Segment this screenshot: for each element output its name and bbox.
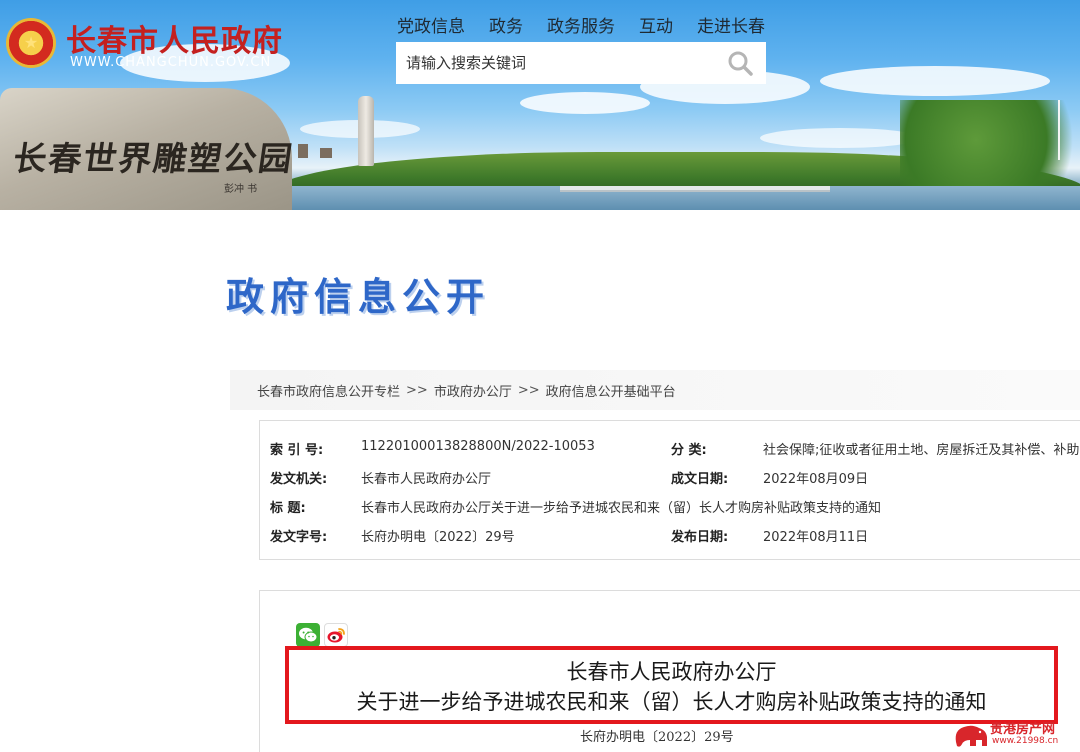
- banner-bridge: [560, 186, 830, 192]
- banner-statue: [358, 96, 374, 166]
- document-issuing-office: 长春市人民政府办公厅: [566, 660, 777, 684]
- document-title: 关于进一步给予进城农民和来（留）长人才购房补贴政策支持的通知: [356, 690, 987, 714]
- national-emblem-icon[interactable]: ★: [6, 18, 56, 68]
- watermark: 贵港房产网 www.21998.cn: [952, 718, 1080, 752]
- breadcrumb-separator: >>: [406, 382, 428, 398]
- title-value: 长春市人民政府办公厅关于进一步给予进城农民和来（留）长人才购房补贴政策支持的通知: [361, 501, 882, 516]
- meta-row: 发文字号: 长府办明电〔2022〕29号 发布日期: 2022年08月11日: [260, 526, 1080, 554]
- wechat-icon[interactable]: [296, 623, 320, 647]
- share-buttons: [296, 623, 348, 647]
- banner-trees-right: [900, 100, 1080, 200]
- search-input[interactable]: [406, 54, 724, 72]
- published-date-value: 2022年08月11日: [763, 530, 869, 545]
- doc-number-value: 长府办明电〔2022〕29号: [361, 530, 515, 545]
- nav-item-about-changchun[interactable]: 走进长春: [697, 12, 765, 37]
- main-nav: 党政信息 政务 政务服务 互动 走进长春: [397, 12, 765, 37]
- created-date-value: 2022年08月09日: [763, 472, 869, 487]
- created-date-label: 成文日期:: [671, 472, 729, 487]
- meta-row: 发文机关: 长春市人民政府办公厅 成文日期: 2022年08月09日: [260, 468, 1080, 496]
- site-url: WWW.CHANGCHUN.GOV.CN: [70, 55, 272, 70]
- category-value: 社会保障;征收或者征用土地、房屋拆迁及其补偿、补助: [763, 443, 1080, 458]
- breadcrumb-item-info-column[interactable]: 长春市政府信息公开专栏: [257, 381, 400, 400]
- nav-item-interaction[interactable]: 互动: [639, 12, 673, 37]
- section-title: 政府信息公开: [226, 275, 491, 319]
- index-label: 索 引 号:: [270, 443, 324, 458]
- breadcrumb-separator: >>: [517, 382, 540, 398]
- document-number: 长府办明电〔2022〕29号: [580, 730, 734, 745]
- meta-row: 标 题: 长春市人民政府办公厅关于进一步给予进城农民和来（留）长人才购房补贴政策…: [260, 497, 1080, 525]
- site-header: 长春世界雕塑公园 彭冲 书 ★ 长春市人民政府 WWW.CHANGCHUN.GO…: [0, 0, 1080, 210]
- search-icon[interactable]: [724, 47, 756, 79]
- banner-windmill: [1058, 100, 1060, 160]
- watermark-url: www.21998.cn: [992, 736, 1059, 746]
- watermark-name: 贵港房产网: [990, 722, 1056, 737]
- category-label: 分 类:: [671, 443, 707, 458]
- document-metadata: 索 引 号: 11220100013828800N/2022-10053 分 类…: [259, 420, 1080, 560]
- nav-item-government-services[interactable]: 政务服务: [547, 12, 615, 37]
- nav-item-party-government-info[interactable]: 党政信息: [397, 12, 465, 37]
- issuer-value: 长春市人民政府办公厅: [361, 472, 492, 487]
- stone-signature: 彭冲 书: [224, 184, 258, 195]
- site-title[interactable]: 长春市人民政府: [66, 16, 283, 60]
- issuer-label: 发文机关:: [270, 472, 328, 487]
- breadcrumb: 长春市政府信息公开专栏 >> 市政府办公厅 >> 政府信息公开基础平台: [230, 370, 1080, 410]
- doc-number-label: 发文字号:: [270, 530, 328, 545]
- elephant-logo-icon: [955, 725, 987, 747]
- nav-item-government-affairs[interactable]: 政务: [489, 12, 523, 37]
- title-label: 标 题:: [270, 501, 306, 516]
- breadcrumb-item-platform[interactable]: 政府信息公开基础平台: [546, 381, 676, 400]
- index-value: 11220100013828800N/2022-10053: [361, 439, 595, 454]
- published-date-label: 发布日期:: [671, 530, 729, 545]
- meta-row: 索 引 号: 11220100013828800N/2022-10053 分 类…: [260, 439, 1080, 467]
- breadcrumb-item-general-office[interactable]: 市政府办公厅: [434, 381, 512, 400]
- stone-inscription: 长春世界雕塑公园: [10, 139, 297, 178]
- search-box: [396, 42, 766, 84]
- weibo-icon[interactable]: [324, 623, 348, 647]
